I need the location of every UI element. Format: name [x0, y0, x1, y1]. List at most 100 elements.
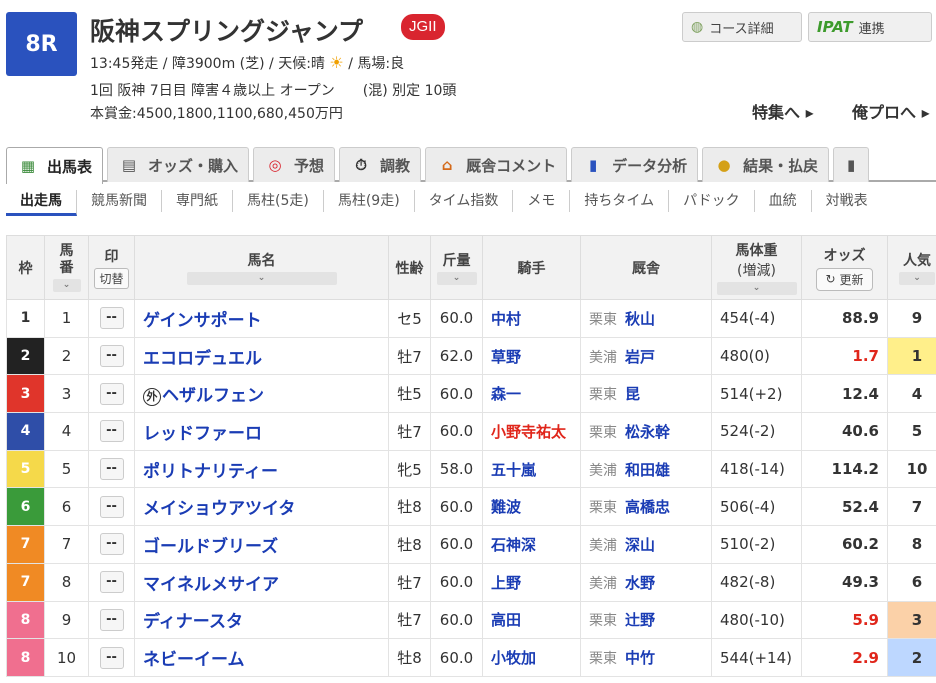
trainer-link[interactable]: 和田雄: [625, 461, 670, 479]
jockey-link[interactable]: 小野寺祐太: [491, 423, 566, 441]
mark-select[interactable]: --: [99, 571, 124, 594]
trainer-link[interactable]: 中竹: [625, 649, 655, 667]
race-info-line2: 1回 阪神 7日目 障害４歳以上 オープン (混) 別定 10頭: [90, 80, 456, 100]
ipat-link-button[interactable]: IPAT 連携: [808, 12, 932, 42]
popularity-cell: 5: [887, 412, 936, 451]
horse-name-link[interactable]: メイショウアツイタ: [143, 499, 295, 519]
mark-select[interactable]: --: [99, 420, 124, 443]
table-row: 3 3 -- 外ヘザルフェン 牡5 60.0 森一 栗東昆 514(+2) 12.4 4: [6, 374, 936, 414]
mark-select[interactable]: --: [99, 608, 124, 631]
col-horse[interactable]: 馬名 ⌄: [134, 235, 389, 300]
horse-name-link[interactable]: マイネルメサイア: [143, 575, 279, 595]
mark-select[interactable]: --: [99, 382, 124, 405]
subnav-item[interactable]: 馬柱(5走): [233, 190, 324, 212]
tab-data[interactable]: ▮ データ分析: [571, 147, 699, 182]
entry-table: 枠 馬番 ⌄ 印切替 馬名 ⌄ 性齢 斤量 ⌄ 騎手 厩舎 馬体重 (増減) ⌄ オッズ ↻…: [6, 235, 936, 677]
course-detail-button[interactable]: ◍ コース詳細: [682, 12, 802, 42]
mark-select[interactable]: --: [99, 533, 124, 556]
kinryo-cell: 60.0: [430, 374, 483, 414]
subnav-item[interactable]: 競馬新聞: [77, 190, 162, 212]
jockey-link[interactable]: 小牧加: [491, 649, 536, 667]
jockey-link[interactable]: 難波: [491, 498, 521, 516]
odds-reload-button[interactable]: ↻ 更新: [816, 267, 873, 291]
horse-name-link[interactable]: エコロデュエル: [143, 349, 262, 369]
subnav-item[interactable]: 対戦表: [812, 190, 882, 212]
more-icon: ▮: [846, 156, 856, 174]
subnav-item[interactable]: 馬柱(9走): [324, 190, 415, 212]
subnav-item[interactable]: タイム指数: [415, 190, 514, 212]
trainer-link[interactable]: 昆: [625, 385, 640, 403]
tab-shutsuba[interactable]: ▦ 出馬表: [6, 147, 104, 184]
trainer-link[interactable]: 秋山: [625, 310, 655, 328]
mark-select[interactable]: --: [99, 345, 124, 368]
subnav-item[interactable]: パドック: [669, 190, 755, 212]
tab-yoso[interactable]: ◎ 予想: [253, 147, 336, 182]
sort-chevron-icon[interactable]: ⌄: [186, 272, 337, 285]
reload-icon: ↻: [825, 272, 836, 286]
mark-select[interactable]: --: [99, 458, 124, 481]
subnav-item[interactable]: 持ちタイム: [570, 190, 670, 212]
col-weight[interactable]: 馬体重 (増減) ⌄: [711, 235, 802, 300]
sexage-cell: 牡7: [388, 412, 431, 451]
trainer-link[interactable]: 松永幹: [625, 423, 670, 441]
jockey-link[interactable]: 高田: [491, 611, 521, 629]
horse-name-link[interactable]: レッドファーロ: [143, 424, 262, 444]
horse-name-link[interactable]: ゴールドブリーズ: [143, 537, 278, 557]
jockey-link[interactable]: 石神深: [491, 536, 536, 554]
jockey-link[interactable]: 上野: [491, 574, 521, 592]
sort-chevron-icon[interactable]: ⌄: [52, 279, 81, 292]
jockey-link[interactable]: 中村: [491, 310, 521, 328]
race-title: 阪神スプリングジャンプ: [90, 17, 364, 46]
race-info-start: 13:45発走 / 障3900m (芝) / 天候:晴: [90, 56, 325, 72]
trainer-link[interactable]: 水野: [625, 574, 655, 592]
col-pop[interactable]: 人気 ⌄: [887, 235, 936, 300]
popularity-cell: 3: [887, 600, 936, 640]
tab-chokyo[interactable]: ⏱ 調教: [339, 147, 422, 182]
horse-name-link[interactable]: ディナースタ: [143, 612, 243, 632]
horse-name-link[interactable]: ポリトナリティー: [143, 462, 278, 482]
col-label: 枠: [18, 260, 33, 277]
col-umaban[interactable]: 馬番 ⌄: [44, 235, 89, 300]
mark-select[interactable]: --: [99, 646, 124, 669]
subnav-item[interactable]: メモ: [513, 190, 571, 212]
odds-cell: 60.2: [801, 525, 888, 564]
col-kinryo[interactable]: 斤量 ⌄: [430, 235, 483, 300]
mark-select[interactable]: --: [99, 495, 124, 518]
waku-cell: 7: [6, 525, 45, 564]
orepro-link[interactable]: 俺プロへ ▸: [852, 99, 930, 123]
trainer-link[interactable]: 岩戸: [625, 348, 655, 366]
umaban-cell: 2: [44, 336, 89, 376]
trainer-link[interactable]: 深山: [625, 536, 655, 554]
trainer-link[interactable]: 辻野: [625, 611, 655, 629]
subnav-item[interactable]: 出走馬: [6, 190, 77, 216]
col-odds[interactable]: オッズ ↻ 更新: [801, 235, 888, 300]
umaban-cell: 6: [44, 487, 89, 527]
horse-name-link[interactable]: ヘザルフェン: [162, 386, 264, 406]
sort-chevron-icon[interactable]: ⌄: [899, 272, 935, 285]
mark-toggle-button[interactable]: 切替: [94, 268, 129, 289]
tab-label: 厩舎コメント: [466, 156, 557, 175]
feature-link[interactable]: 特集へ ▸: [752, 99, 814, 123]
horse-name-link[interactable]: ゲインサポート: [143, 311, 262, 331]
tab-odds[interactable]: ▤ オッズ・購入: [107, 147, 250, 182]
subnav-item[interactable]: 専門紙: [162, 190, 233, 212]
tab-label: 予想: [294, 156, 325, 175]
sexage-cell: 牡8: [388, 525, 431, 564]
horse-name-link[interactable]: ネビーイーム: [143, 650, 245, 670]
umaban-cell: 3: [44, 374, 89, 414]
jockey-link[interactable]: 草野: [491, 348, 521, 366]
tab-result[interactable]: ● 結果・払戻: [702, 147, 830, 182]
trainer-link[interactable]: 高橋忠: [625, 498, 670, 516]
sort-chevron-icon[interactable]: ⌄: [716, 282, 797, 295]
race-number: 8R: [25, 31, 58, 57]
jockey-link[interactable]: 森一: [491, 385, 521, 403]
subnav-item[interactable]: 血統: [755, 190, 812, 212]
kinryo-cell: 60.0: [430, 299, 483, 338]
stable-area: 栗東: [589, 311, 617, 328]
race-prize: 本賞金:4500,1800,1100,680,450万円: [90, 106, 343, 122]
sort-chevron-icon[interactable]: ⌄: [436, 272, 477, 285]
tab-stable-comment[interactable]: ⌂ 厩舎コメント: [425, 147, 568, 182]
tab-more[interactable]: ▮: [833, 147, 870, 182]
mark-select[interactable]: --: [99, 307, 124, 330]
jockey-link[interactable]: 五十嵐: [491, 461, 536, 479]
